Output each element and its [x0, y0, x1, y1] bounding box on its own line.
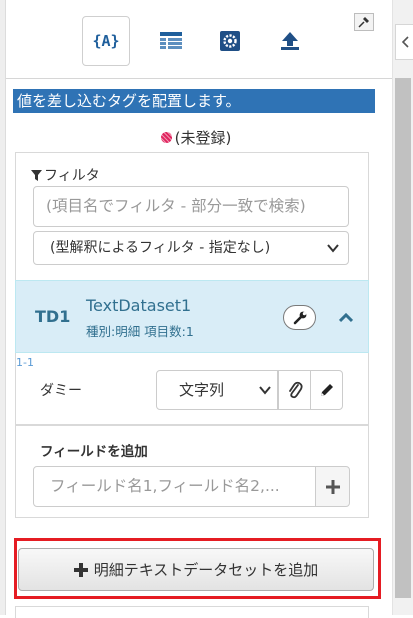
- add-field-button[interactable]: [315, 466, 350, 507]
- chevron-left-icon: [401, 36, 409, 48]
- add-field-input[interactable]: フィールド名1,フィールド名2,...: [33, 466, 316, 507]
- dataset-name: TextDataset1: [86, 296, 192, 315]
- type-filter-select-value: (型解釈によるフィルタ - 指定なし): [50, 240, 271, 256]
- chevron-down-icon: [259, 371, 271, 423]
- field-type-value: 文字列: [179, 381, 225, 399]
- plus-icon: [325, 479, 340, 494]
- tab-tags[interactable]: {A}: [82, 16, 130, 66]
- add-detail-dataset-button[interactable]: 明細テキストデータセットを追加: [18, 548, 374, 591]
- info-banner: 値を差し込むタグを配置します。: [13, 89, 375, 113]
- tab-settings[interactable]: [206, 16, 254, 66]
- filter-label: フィルタ: [31, 165, 100, 185]
- add-field-label: フィールドを追加: [40, 444, 148, 460]
- side-panel: {A} 値を差し込むタグを配置します。 (未登録) フィルタ (項目名でフィルタ…: [5, 0, 393, 618]
- dataset-code: TD1: [35, 307, 71, 326]
- field-attach-button[interactable]: [278, 370, 311, 410]
- field-edit-button[interactable]: [310, 370, 343, 410]
- type-filter-select[interactable]: (型解釈によるフィルタ - 指定なし): [33, 231, 349, 265]
- settings-gear-icon: [220, 31, 240, 51]
- tab-table[interactable]: [147, 16, 195, 66]
- field-name: ダミー: [40, 383, 82, 399]
- scrollbar[interactable]: [392, 0, 413, 615]
- dataset-settings-button[interactable]: [283, 305, 316, 330]
- field-name-filter-input[interactable]: (項目名でフィルタ - 部分一致で検索): [33, 186, 349, 227]
- add-detail-dataset-label: 明細テキストデータセットを追加: [93, 561, 319, 579]
- dataset-header[interactable]: TD1 TextDataset1 種別:明細 項目数:1: [15, 280, 369, 353]
- scrollbar-thumb[interactable]: [395, 78, 411, 598]
- filter-label-text: フィルタ: [44, 168, 100, 184]
- paperclip-icon: [288, 381, 303, 399]
- chevron-down-icon: [327, 232, 339, 276]
- tag-braces-icon: {A}: [92, 32, 120, 50]
- status-dot-icon: [160, 131, 172, 143]
- pin-button[interactable]: [354, 13, 374, 31]
- dataset-meta: 種別:明細 項目数:1: [86, 324, 194, 339]
- plus-icon: [73, 562, 88, 577]
- status-text: (未登録): [174, 128, 232, 147]
- chevron-up-icon: [339, 313, 353, 323]
- dataset-collapse-button[interactable]: [334, 306, 358, 330]
- field-index: 1-1: [16, 356, 34, 369]
- field-type-select[interactable]: 文字列: [156, 370, 278, 410]
- funnel-icon: [31, 169, 42, 181]
- upload-icon: [281, 32, 299, 50]
- tab-upload[interactable]: [266, 16, 314, 66]
- table-icon: [160, 32, 182, 49]
- registration-status: (未登録): [6, 126, 386, 148]
- collapse-panel-button[interactable]: [395, 24, 413, 60]
- pencil-icon: [320, 384, 333, 396]
- toolbar: {A}: [6, 0, 393, 79]
- next-section: [15, 606, 369, 618]
- pin-icon: [358, 17, 369, 28]
- wrench-icon: [293, 311, 306, 324]
